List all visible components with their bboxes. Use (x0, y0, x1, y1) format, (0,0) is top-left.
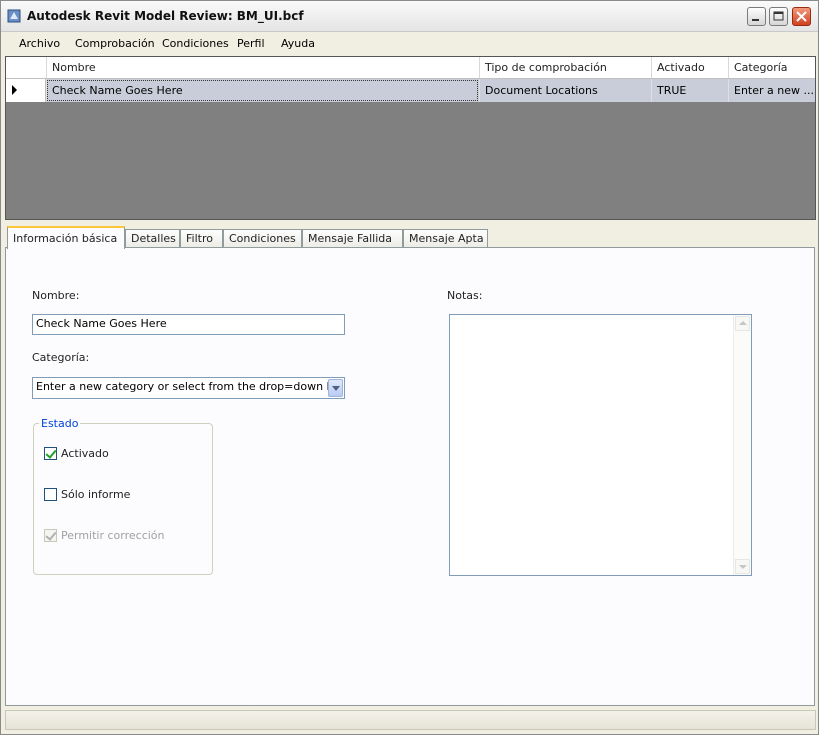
cell-categoria[interactable]: Enter a new ... (728, 79, 815, 102)
menu-ayuda[interactable]: Ayuda (281, 37, 315, 50)
notas-scrollbar[interactable] (733, 315, 751, 575)
app-window: Autodesk Revit Model Review: BM_UI.bcf A… (0, 0, 819, 735)
grid-header: Nombre Tipo de comprobación Activado Cat… (6, 57, 815, 79)
activado-checkbox[interactable] (44, 447, 57, 460)
maximize-button[interactable] (769, 7, 788, 26)
revit-app-icon (7, 9, 21, 23)
row-selector[interactable] (6, 79, 46, 102)
minimize-button[interactable] (747, 7, 766, 26)
column-header-nombre[interactable]: Nombre (46, 57, 477, 78)
categoria-label: Categoría: (32, 351, 90, 364)
notas-label: Notas: (447, 289, 483, 302)
menu-bar: Archivo Comprobación Condiciones Perfil … (1, 32, 818, 54)
categoria-combobox[interactable]: Enter a new category or select from the … (32, 377, 345, 399)
permitir-correccion-label: Permitir corrección (61, 529, 165, 542)
tab-filtro[interactable]: Filtro (180, 229, 223, 248)
categoria-value: Enter a new category or select from the … (36, 380, 333, 393)
minimize-icon (752, 19, 759, 21)
tab-condiciones[interactable]: Condiciones (223, 229, 302, 248)
scroll-down-icon[interactable] (735, 559, 750, 574)
chevron-down-icon[interactable] (328, 379, 343, 397)
nombre-input[interactable]: Check Name Goes Here (32, 314, 345, 335)
solo-informe-checkbox[interactable] (44, 488, 57, 501)
tab-informacion-basica[interactable]: Información básica (7, 226, 125, 249)
nombre-label: Nombre: (32, 289, 80, 302)
window-title: Autodesk Revit Model Review: BM_UI.bcf (27, 9, 304, 23)
tab-detalles[interactable]: Detalles (125, 229, 180, 248)
column-header-categoria[interactable]: Categoría (728, 57, 815, 78)
menu-comprobacion[interactable]: Comprobación (75, 37, 155, 50)
title-bar[interactable]: Autodesk Revit Model Review: BM_UI.bcf (1, 1, 818, 32)
activado-label[interactable]: Activado (61, 447, 109, 460)
permitir-correccion-checkbox (44, 529, 57, 542)
tab-mensaje-apta[interactable]: Mensaje Apta (403, 229, 488, 248)
menu-condiciones[interactable]: Condiciones (162, 37, 229, 50)
tab-strip: Información básica Detalles Filtro Condi… (5, 226, 816, 249)
table-row[interactable]: Check Name Goes Here Document Locations … (6, 79, 815, 102)
tab-mensaje-fallida[interactable]: Mensaje Fallida (302, 229, 403, 248)
cell-nombre[interactable]: Check Name Goes Here (46, 79, 479, 102)
tab-panel-informacion-basica: Nombre: Check Name Goes Here Categoría: … (5, 247, 815, 706)
notas-textarea[interactable] (449, 314, 752, 576)
cell-tipo[interactable]: Document Locations (479, 79, 651, 102)
close-icon (796, 11, 807, 22)
column-header-tipo[interactable]: Tipo de comprobación (479, 57, 651, 78)
estado-title: Estado (39, 417, 81, 430)
menu-archivo[interactable]: Archivo (19, 37, 60, 50)
cell-activado[interactable]: TRUE (651, 79, 728, 102)
column-header-activado[interactable]: Activado (651, 57, 728, 78)
status-bar (5, 710, 816, 730)
maximize-icon (773, 11, 784, 21)
solo-informe-label[interactable]: Sólo informe (61, 488, 130, 501)
menu-perfil[interactable]: Perfil (237, 37, 265, 50)
close-button[interactable] (792, 7, 811, 26)
current-row-icon (12, 85, 17, 95)
scroll-up-icon[interactable] (735, 316, 750, 331)
checks-grid[interactable]: Nombre Tipo de comprobación Activado Cat… (5, 56, 816, 220)
